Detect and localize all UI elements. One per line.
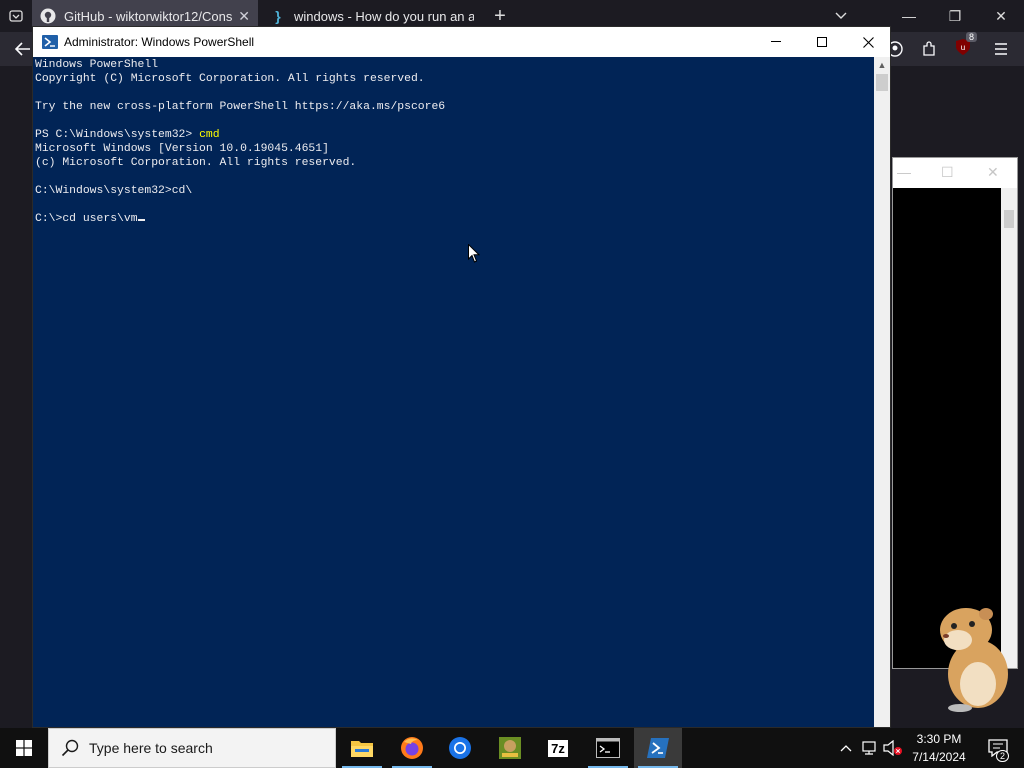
ublock-extension-button[interactable]: u 8	[946, 31, 980, 66]
console-line: PS C:\Windows\system32> cmd	[35, 128, 874, 142]
tab-list-icon	[9, 10, 23, 22]
game-icon	[499, 737, 521, 759]
back-arrow-icon	[15, 42, 30, 56]
puzzle-icon	[923, 41, 935, 56]
background-window-titlebar: — ☐ ✕	[893, 158, 1017, 188]
window-title: Administrator: Windows PowerShell	[64, 35, 255, 49]
action-center-button[interactable]: 2	[978, 728, 1018, 768]
clock-time: 3:30 PM	[916, 732, 962, 746]
taskbar-search-box[interactable]: Type here to search	[48, 728, 336, 768]
chevron-down-icon	[835, 12, 847, 19]
console-line: Microsoft Windows [Version 10.0.19045.46…	[35, 143, 329, 155]
close-button[interactable]	[845, 27, 891, 57]
console-scrollbar[interactable]: ▲	[874, 57, 890, 727]
minimize-button[interactable]	[753, 27, 799, 57]
scroll-down-arrow-icon[interactable]	[874, 711, 890, 727]
console-line: Windows PowerShell	[35, 59, 159, 71]
console-line: Try the new cross-platform PowerShell ht…	[35, 101, 446, 113]
svg-text:u: u	[961, 43, 965, 52]
mouse-pointer-icon	[468, 244, 480, 263]
network-button[interactable]	[860, 728, 880, 768]
prompt-text: PS C:\Windows\system32>	[35, 129, 200, 141]
background-window: — ☐ ✕	[892, 157, 1018, 669]
volume-muted-icon	[883, 740, 902, 756]
taskbar-powershell[interactable]	[634, 728, 682, 768]
volume-button[interactable]	[882, 728, 904, 768]
maximize-icon	[817, 37, 827, 47]
tab-list-button[interactable]	[0, 0, 32, 32]
search-placeholder: Type here to search	[89, 740, 213, 756]
powershell-icon	[647, 738, 669, 758]
chevron-up-icon	[840, 745, 852, 752]
powershell-icon	[42, 35, 58, 49]
maximize-button[interactable]	[799, 27, 845, 57]
console-input-line[interactable]: C:\>cd users\vm	[35, 212, 874, 226]
powershell-window: Administrator: Windows PowerShell Window…	[32, 26, 891, 728]
bg-close-button[interactable]: ✕	[987, 164, 999, 181]
taskbar-7zip[interactable]: 7z	[534, 728, 582, 768]
bg-scrollbar[interactable]	[1001, 188, 1017, 668]
taskbar: Type here to search 7z 3:30 PM 7/14/2024…	[0, 728, 1024, 768]
tab-label: GitHub - wiktorwiktor12/Consol	[64, 8, 233, 24]
console-output[interactable]: Windows PowerShell Copyright (C) Microso…	[33, 57, 874, 727]
taskbar-chrome[interactable]	[436, 728, 484, 768]
close-icon[interactable]: ✕	[238, 8, 250, 25]
hamster-image	[940, 608, 1008, 712]
windows-logo-icon	[16, 740, 32, 756]
start-button[interactable]	[0, 728, 48, 768]
close-icon	[862, 36, 874, 48]
console-line: (c) Microsoft Corporation. All rights re…	[35, 157, 357, 169]
minimize-icon	[771, 41, 781, 42]
cmd-icon	[596, 738, 620, 758]
scroll-up-arrow-icon[interactable]: ▲	[874, 57, 890, 73]
input-text: C:\>cd users\vm	[35, 213, 138, 225]
github-icon	[40, 8, 56, 24]
console-line: C:\Windows\system32>cd\	[35, 185, 193, 197]
extensions-button[interactable]	[912, 32, 946, 66]
bg-minimize-button[interactable]: —	[897, 164, 911, 180]
hamburger-menu-icon	[995, 43, 1007, 55]
command-text: cmd	[199, 129, 220, 141]
extension-badge: 8	[965, 31, 977, 42]
firefox-icon	[401, 737, 423, 759]
menu-button[interactable]	[984, 32, 1018, 66]
taskbar-cmd[interactable]	[584, 728, 632, 768]
browser-close-button[interactable]: ✕	[978, 0, 1024, 32]
show-hidden-icons-button[interactable]	[836, 728, 856, 768]
network-icon	[862, 741, 876, 755]
taskbar-file-explorer[interactable]	[338, 728, 386, 768]
notification-count-badge: 2	[995, 750, 1009, 762]
powershell-titlebar[interactable]: Administrator: Windows PowerShell	[33, 27, 890, 57]
search-icon	[61, 739, 79, 757]
text-cursor	[137, 219, 145, 221]
file-explorer-icon	[351, 741, 373, 757]
browser-minimize-button[interactable]: —	[886, 0, 932, 32]
7zip-icon: 7z	[548, 739, 568, 757]
browser-restore-button[interactable]: ❐	[932, 0, 978, 32]
bg-scrollbar-thumb[interactable]	[1004, 210, 1014, 228]
scrollbar-thumb[interactable]	[876, 74, 888, 91]
tab-label: windows - How do you run an a	[294, 8, 474, 24]
code-icon: }	[275, 8, 281, 24]
taskbar-game[interactable]	[486, 728, 534, 768]
clock-date: 7/14/2024	[912, 750, 966, 764]
taskbar-firefox[interactable]	[388, 728, 436, 768]
taskbar-clock[interactable]: 3:30 PM 7/14/2024	[906, 730, 972, 766]
chrome-icon	[449, 737, 471, 759]
console-line: Copyright (C) Microsoft Corporation. All…	[35, 73, 425, 85]
bg-maximize-button[interactable]: ☐	[941, 164, 954, 181]
